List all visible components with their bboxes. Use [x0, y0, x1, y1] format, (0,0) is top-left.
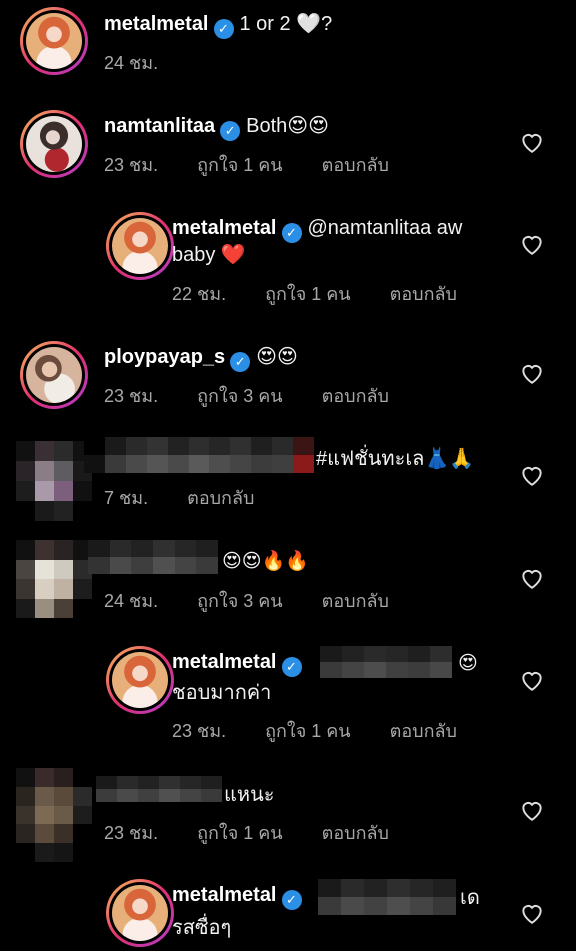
like-count[interactable]: ถูกใจ 1 คน — [197, 155, 283, 175]
heart-outline-icon[interactable] — [519, 798, 545, 822]
avatar[interactable] — [106, 879, 174, 947]
avatar[interactable] — [106, 212, 174, 280]
username[interactable]: namtanlitaa — [104, 115, 215, 137]
comment-text-continued: baby ❤️ — [172, 244, 246, 266]
comment-text: แหนะ — [224, 784, 275, 806]
comment-time: 22 ชม. — [172, 284, 227, 304]
like-count[interactable]: ถูกใจ 1 คน — [265, 284, 351, 304]
comment-text: 😍😍 — [256, 346, 298, 368]
verified-badge-icon: ✓ — [220, 121, 241, 141]
comment-time: 24 ชม. — [104, 53, 159, 73]
username[interactable]: metalmetal — [104, 13, 209, 35]
comment-text-continued: ชอบมากค่า — [172, 682, 272, 704]
heart-outline-icon[interactable] — [519, 463, 545, 487]
avatar[interactable] — [16, 441, 92, 521]
heart-outline-icon[interactable] — [519, 901, 545, 925]
avatar[interactable] — [20, 341, 88, 409]
redacted-username[interactable] — [96, 776, 222, 802]
redacted-username[interactable] — [88, 540, 218, 574]
reply-button[interactable]: ตอบกลับ — [322, 823, 389, 843]
username[interactable]: metalmetal — [172, 217, 277, 239]
heart-outline-icon[interactable] — [519, 232, 545, 256]
reply-button[interactable]: ตอบกลับ — [322, 155, 389, 175]
username[interactable]: metalmetal — [172, 884, 277, 906]
avatar[interactable] — [16, 540, 92, 618]
avatar[interactable] — [20, 7, 88, 75]
heart-outline-icon[interactable] — [519, 566, 545, 590]
avatar[interactable] — [20, 110, 88, 178]
reply-button[interactable]: ตอบกลับ — [187, 488, 254, 508]
comment-time: 23 ชม. — [172, 721, 227, 741]
comment-text: Both😍😍 — [246, 115, 329, 137]
verified-badge-icon: ✓ — [281, 223, 302, 243]
comment-time: 23 ชม. — [104, 823, 159, 843]
heart-outline-icon[interactable] — [519, 668, 545, 692]
reply-button[interactable]: ตอบกลับ — [322, 591, 389, 611]
comment-time: 24 ชม. — [104, 591, 159, 611]
username[interactable]: metalmetal — [172, 651, 277, 673]
comment-time: 23 ชม. — [104, 155, 159, 175]
comment-time: 23 ชม. — [104, 386, 159, 406]
comment-text: 1 or 2 🤍? — [239, 13, 333, 35]
comment-time: 7 ชม. — [104, 488, 149, 508]
reply-button[interactable]: ตอบกลับ — [322, 386, 389, 406]
heart-outline-icon[interactable] — [519, 361, 545, 385]
verified-badge-icon: ✓ — [230, 352, 251, 372]
like-count[interactable]: ถูกใจ 1 คน — [265, 721, 351, 741]
comment-text: 😍 — [458, 652, 478, 674]
comment-text: #แฟชั่นทะเล👗🙏 — [316, 448, 475, 470]
comment-text: @namtanlitaa aw — [307, 217, 463, 239]
redacted-mention[interactable] — [320, 646, 452, 678]
avatar[interactable] — [16, 768, 92, 862]
like-count[interactable]: ถูกใจ 3 คน — [197, 386, 283, 406]
avatar[interactable] — [106, 646, 174, 714]
comment-text: 😍😍🔥🔥 — [222, 550, 309, 572]
redacted-username[interactable] — [84, 437, 314, 473]
reply-button[interactable]: ตอบกลับ — [390, 284, 457, 304]
like-count[interactable]: ถูกใจ 3 คน — [197, 591, 283, 611]
verified-badge-icon: ✓ — [213, 19, 234, 39]
like-count[interactable]: ถูกใจ 1 คน — [197, 823, 283, 843]
username[interactable]: ploypayap_s — [104, 346, 225, 368]
verified-badge-icon: ✓ — [281, 890, 302, 910]
comment-text-continued: รสซื่อๆ — [172, 917, 232, 939]
heart-outline-icon[interactable] — [519, 130, 545, 154]
reply-button[interactable]: ตอบกลับ — [390, 721, 457, 741]
verified-badge-icon: ✓ — [281, 657, 302, 677]
redacted-mention[interactable] — [318, 879, 456, 915]
comment-text: เด — [460, 887, 480, 909]
